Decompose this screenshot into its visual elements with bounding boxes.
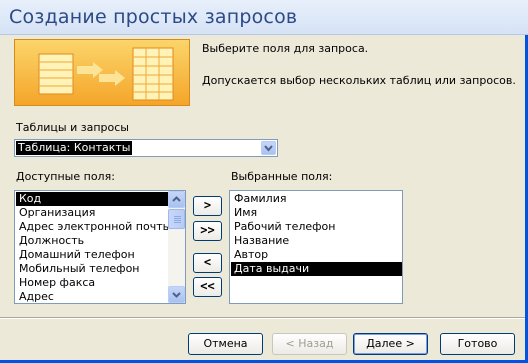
finish-button[interactable]: Готово xyxy=(440,333,515,355)
vertical-scrollbar[interactable] xyxy=(168,191,185,303)
combo-dropdown-button[interactable] xyxy=(261,141,276,155)
footer-divider xyxy=(0,317,528,319)
available-fields-label: Доступные поля: xyxy=(16,170,115,183)
intro-hint: Допускается выбор нескольких таблиц или … xyxy=(202,74,516,87)
scroll-down-button[interactable] xyxy=(168,286,185,303)
list-item[interactable]: Номер факса xyxy=(16,276,168,290)
list-item[interactable]: Организация xyxy=(16,206,168,220)
chevron-down-icon xyxy=(264,145,273,152)
selected-fields-list[interactable]: Фамилия Имя Рабочий телефон Название Авт… xyxy=(229,190,403,304)
chevron-up-icon xyxy=(172,196,181,202)
list-item[interactable]: Фамилия xyxy=(231,192,402,206)
list-item[interactable]: Адрес xyxy=(16,290,168,303)
list-item[interactable]: Автор xyxy=(231,248,402,262)
available-fields-list[interactable]: Код Организация Адрес электронной почты … xyxy=(14,190,186,304)
next-button[interactable]: Далее > xyxy=(353,333,428,355)
list-item[interactable]: Имя xyxy=(231,206,402,220)
list-item[interactable]: Код xyxy=(16,192,168,206)
list-item[interactable]: Название xyxy=(231,234,402,248)
list-item[interactable]: Мобильный телефон xyxy=(16,262,168,276)
list-item[interactable]: Адрес электронной почты xyxy=(16,220,171,234)
list-item[interactable]: Домашний телефон xyxy=(16,248,168,262)
selected-fields-label: Выбранные поля: xyxy=(231,170,333,183)
list-item[interactable]: Должность xyxy=(16,234,168,248)
remove-all-fields-button[interactable]: << xyxy=(193,277,222,297)
tables-to-query-illustration xyxy=(14,39,190,106)
scroll-thumb[interactable] xyxy=(168,209,185,229)
title-bar: Создание простых запросов xyxy=(0,0,528,35)
tables-queries-label: Таблицы и запросы xyxy=(16,121,129,134)
intro-text: Выберите поля для запроса. xyxy=(202,42,369,55)
window-title: Создание простых запросов xyxy=(9,6,298,28)
tables-queries-select[interactable]: Таблица: Контакты xyxy=(14,139,278,157)
tables-queries-value: Таблица: Контакты xyxy=(16,141,133,155)
chevron-down-icon xyxy=(172,292,181,298)
remove-field-button[interactable]: < xyxy=(193,253,222,273)
list-item[interactable]: Дата выдачи xyxy=(231,262,402,276)
add-field-button[interactable]: > xyxy=(193,196,222,216)
scroll-up-button[interactable] xyxy=(168,191,185,208)
add-all-fields-button[interactable]: >> xyxy=(193,221,222,241)
cancel-button[interactable]: Отмена xyxy=(188,333,263,355)
list-item[interactable]: Рабочий телефон xyxy=(231,220,402,234)
back-button[interactable]: < Назад xyxy=(272,333,347,355)
